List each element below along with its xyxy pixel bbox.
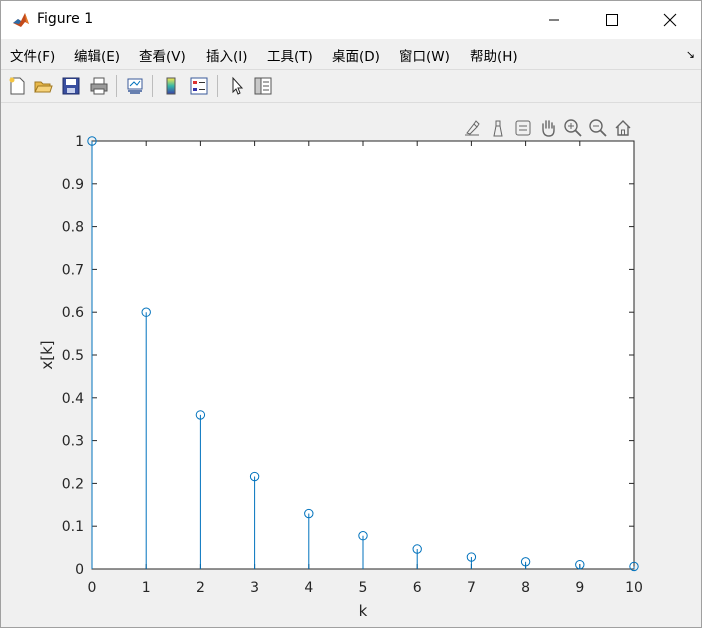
plot-area: 0 1 2 3 4 5 6 7 8 9 10 0 0.1 0.2 0.3 0.4 0.5 0.6 0.7 0.8 0.9… [38,134,643,620]
x-tick-label: 1 [142,580,151,596]
y-tick-label: 0.9 [62,177,84,193]
y-tick-label: 0.4 [62,391,84,407]
x-tick-label: 7 [467,580,476,596]
y-tick-label: 0.5 [62,348,84,364]
y-axis-label: x[k] [38,340,56,369]
x-axis-label: k [359,602,368,620]
x-tick-label: 8 [521,580,530,596]
x-tick-label: 3 [250,580,259,596]
y-tick-label: 0.2 [62,476,84,492]
y-tick-label: 0.1 [62,519,84,535]
axes-box [91,140,635,570]
x-tick-label: 4 [304,580,313,596]
y-tick-label: 0.8 [62,220,84,236]
x-tick-label: 6 [413,580,422,596]
x-tick-label: 2 [196,580,205,596]
y-tick-label: 1 [75,134,84,150]
y-tick-label: 0 [75,562,84,578]
y-tick-label: 0.6 [62,305,84,321]
y-tick-label: 0.3 [62,434,84,450]
x-tick-label: 9 [575,580,584,596]
y-tick-label: 0.7 [62,262,84,278]
x-tick-label: 10 [625,580,643,596]
x-tick-label: 0 [88,580,97,596]
x-tick-label: 5 [359,580,368,596]
